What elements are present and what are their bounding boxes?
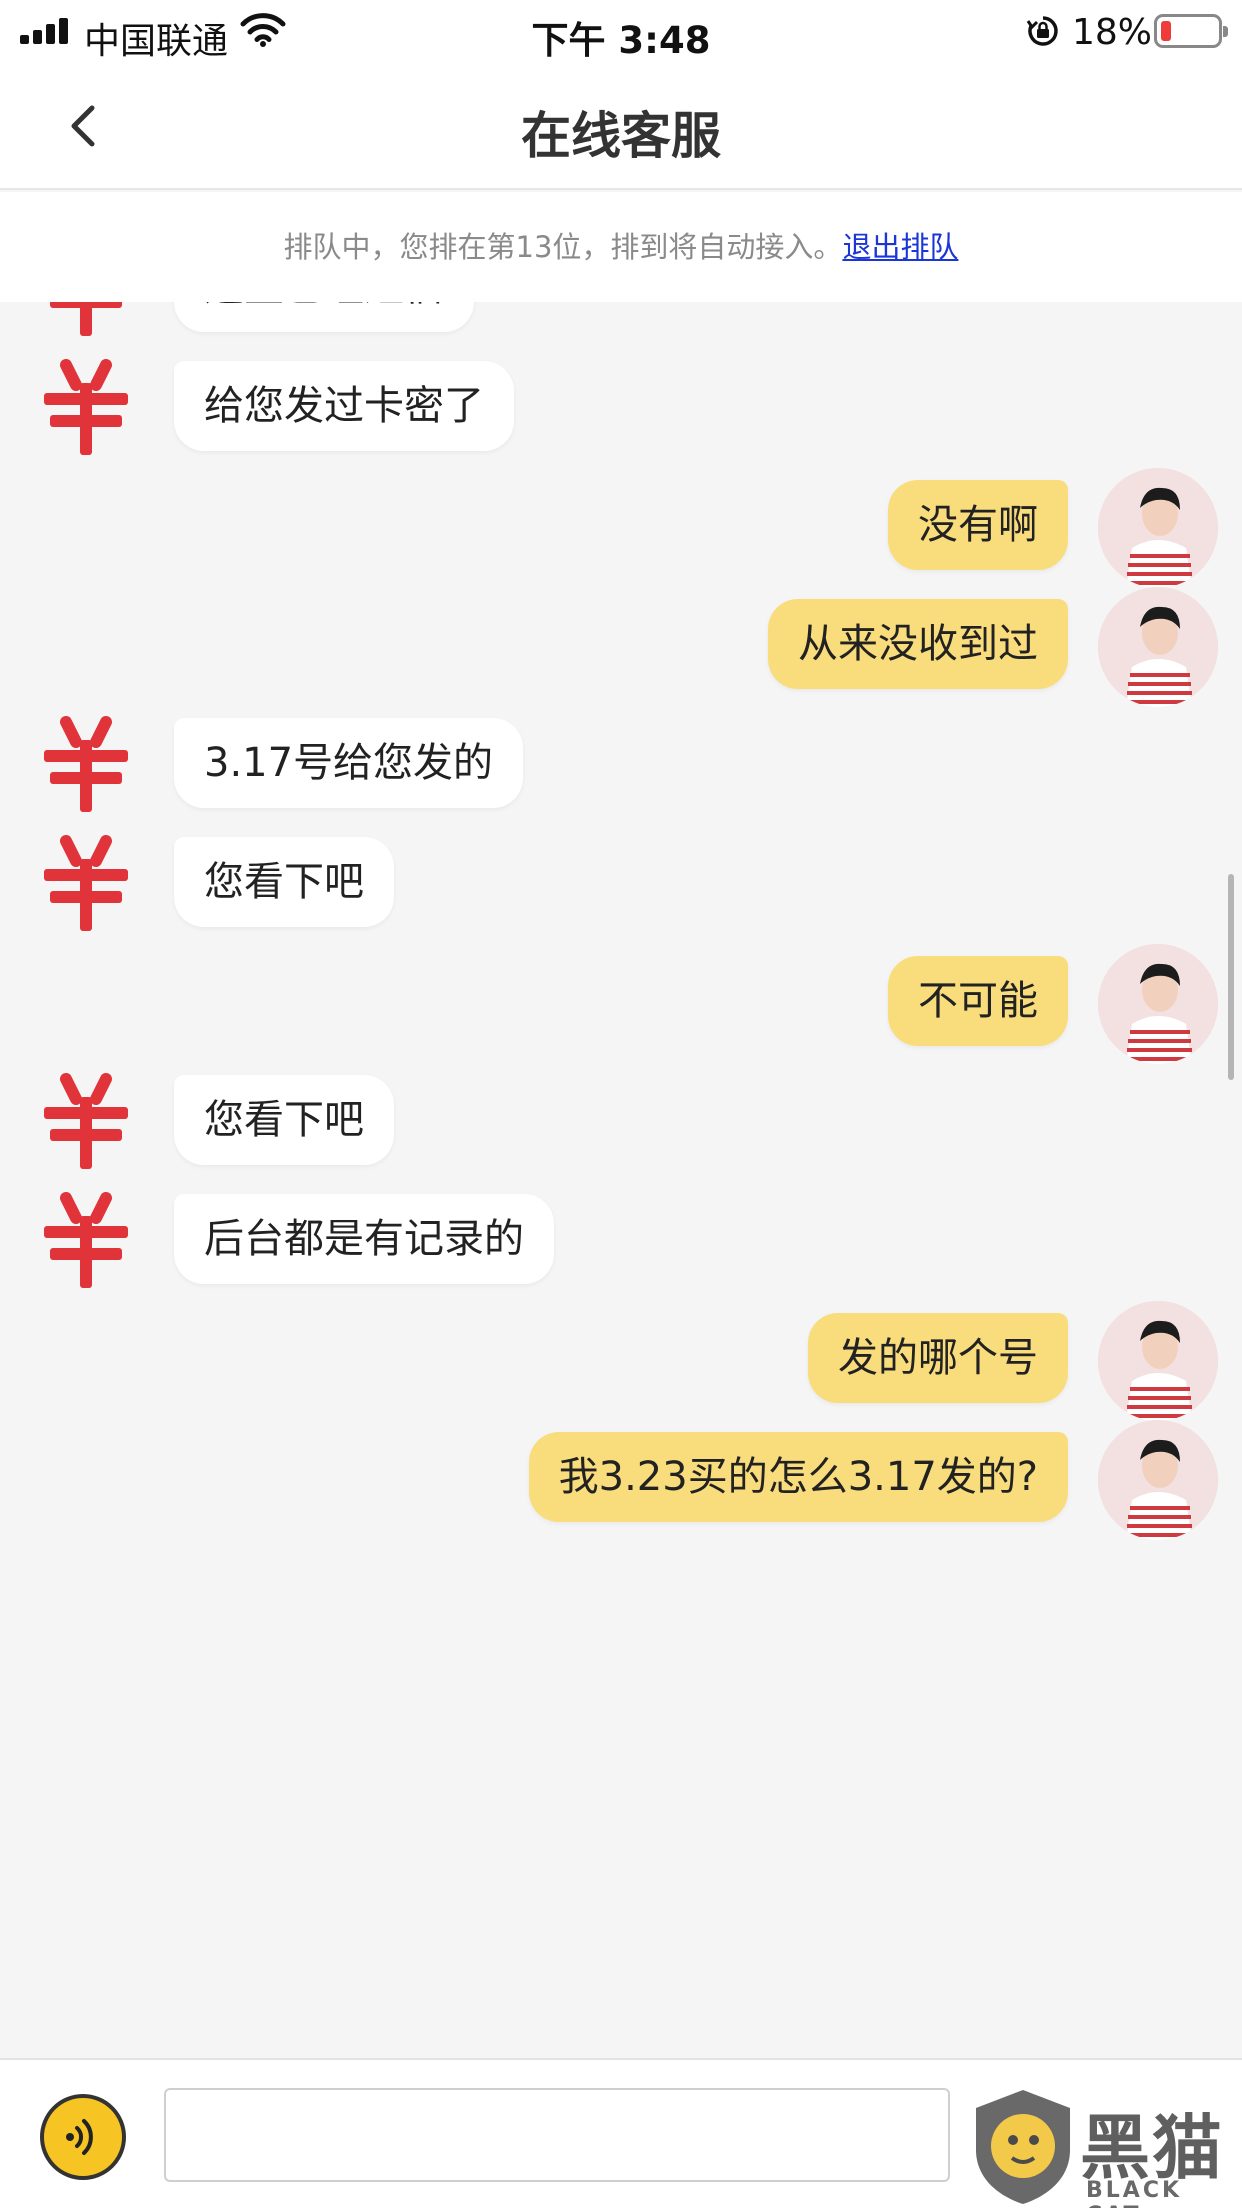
user-message: 没有啊 <box>0 468 1242 588</box>
user-message-bubble[interactable]: 从来没收到过 <box>768 599 1068 689</box>
battery-icon <box>1154 14 1228 48</box>
rotation-lock-icon <box>1026 16 1058 46</box>
user-message: 从来没收到过 <box>0 587 1242 707</box>
chat-area[interactable]: 这里已经短信给您发过卡密了没有啊从来没收到过3.17号给您发的您看下吧不可能您看… <box>0 302 1242 2058</box>
voice-icon <box>66 2119 93 2155</box>
agent-message-bubble[interactable]: 给您发过卡密了 <box>174 361 514 451</box>
watermark: 黑猫 BLACK CAT <box>968 2086 1238 2208</box>
agent-message-bubble[interactable]: 您看下吧 <box>174 837 394 927</box>
user-message-bubble[interactable]: 发的哪个号 <box>808 1313 1068 1403</box>
user-message: 不可能 <box>0 944 1242 1064</box>
agent-message-bubble[interactable]: 您看下吧 <box>174 1075 394 1165</box>
user-avatar[interactable] <box>1098 468 1218 588</box>
nav-bar: 在线客服 <box>0 62 1242 190</box>
user-message: 发的哪个号 <box>0 1301 1242 1421</box>
queue-notice-text: 排队中，您排在第13位，排到将自动接入。 <box>283 230 843 264</box>
user-avatar[interactable] <box>1098 1301 1218 1421</box>
agent-message: 给您发过卡密了 <box>0 349 1242 469</box>
agent-avatar[interactable] <box>36 1073 136 1173</box>
voice-button[interactable] <box>40 2094 126 2180</box>
watermark-subtitle: BLACK CAT <box>1086 2178 1183 2208</box>
user-avatar[interactable] <box>1098 1420 1218 1540</box>
agent-message-bubble[interactable]: 3.17号给您发的 <box>174 718 524 808</box>
agent-message: 3.17号给您发的 <box>0 706 1242 826</box>
page-title: 在线客服 <box>521 107 721 165</box>
agent-message: 这里已经短信 <box>0 302 1242 350</box>
agent-avatar[interactable] <box>36 302 136 340</box>
battery-percent: 18% <box>1072 12 1153 53</box>
user-message-bubble[interactable]: 不可能 <box>888 956 1068 1046</box>
agent-message: 后台都是有记录的 <box>0 1182 1242 1302</box>
agent-message: 您看下吧 <box>0 1063 1242 1183</box>
agent-avatar[interactable] <box>36 1192 136 1292</box>
scroll-indicator <box>1228 874 1234 1080</box>
black-cat-logo-icon <box>976 2090 1070 2204</box>
agent-avatar[interactable] <box>36 359 136 459</box>
agent-message: 您看下吧 <box>0 825 1242 945</box>
user-message-bubble[interactable]: 没有啊 <box>888 480 1068 570</box>
agent-message-bubble[interactable]: 后台都是有记录的 <box>174 1194 554 1284</box>
agent-message-bubble[interactable]: 这里已经短信 <box>174 302 474 332</box>
status-bar: 中国联通 下午 3:48 18% <box>0 0 1242 62</box>
user-avatar[interactable] <box>1098 944 1218 1064</box>
agent-avatar[interactable] <box>36 716 136 816</box>
queue-notice: 排队中，您排在第13位，排到将自动接入。退出排队 <box>0 192 1242 302</box>
message-input[interactable] <box>164 2088 950 2182</box>
user-avatar[interactable] <box>1098 587 1218 707</box>
user-message: 我3.23买的怎么3.17发的? <box>0 1420 1242 1540</box>
agent-avatar[interactable] <box>36 835 136 935</box>
user-message-bubble[interactable]: 我3.23买的怎么3.17发的? <box>528 1432 1068 1522</box>
exit-queue-link[interactable]: 退出排队 <box>842 230 958 264</box>
battery-level <box>1161 21 1171 41</box>
